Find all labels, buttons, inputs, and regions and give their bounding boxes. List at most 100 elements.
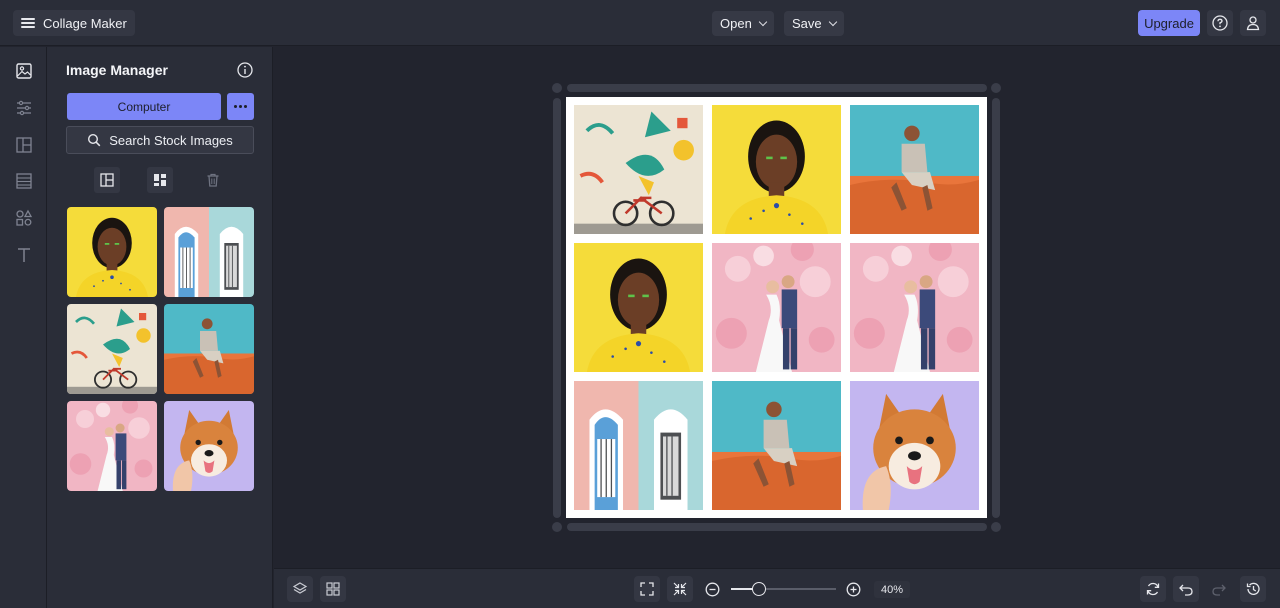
gallery-thumb-doors[interactable] — [164, 207, 254, 297]
grid-icon — [326, 582, 340, 596]
zoom-out-icon[interactable] — [705, 582, 720, 597]
gallery-thumb-shiba[interactable] — [164, 401, 254, 491]
gallery-thumb-couple[interactable] — [67, 401, 157, 491]
shapes-icon — [16, 209, 33, 226]
collage-cell[interactable] — [850, 381, 979, 510]
resize-handle-right[interactable] — [992, 98, 1000, 518]
resize-handle-bottom[interactable] — [567, 523, 987, 531]
bottom-toolbar: 40% — [274, 568, 1280, 608]
help-button[interactable] — [1207, 10, 1233, 36]
zoom-slider-knob[interactable] — [752, 582, 767, 596]
undo-icon — [1179, 584, 1193, 596]
zoom-value[interactable]: 40% — [874, 581, 910, 598]
collage-cell[interactable] — [574, 243, 703, 372]
collage-cell[interactable] — [712, 243, 841, 372]
app-menu-button[interactable]: Collage Maker — [13, 10, 135, 36]
mural-image — [574, 105, 703, 234]
gallery-thumb-mural[interactable] — [67, 304, 157, 394]
texture-tool[interactable] — [14, 171, 34, 191]
zoom-slider[interactable] — [731, 581, 836, 597]
couple-image — [67, 401, 157, 491]
upgrade-button[interactable]: Upgrade — [1138, 10, 1200, 36]
gallery-thumb-desert[interactable] — [164, 304, 254, 394]
help-icon — [1212, 15, 1228, 31]
replace-button[interactable] — [1140, 576, 1166, 602]
resize-corner-bottom-left[interactable] — [552, 522, 562, 532]
app-title: Collage Maker — [43, 15, 127, 31]
collage-cell[interactable] — [850, 243, 979, 372]
grid-view-button[interactable] — [320, 576, 346, 602]
collapse-icon — [673, 582, 687, 596]
resize-handle-top[interactable] — [567, 84, 987, 92]
open-button[interactable]: Open — [712, 11, 774, 36]
mural-image — [67, 304, 157, 394]
redo-button[interactable] — [1206, 576, 1232, 602]
desert-image — [712, 381, 841, 510]
collage-canvas[interactable] — [566, 97, 987, 518]
info-icon[interactable] — [237, 62, 253, 78]
tool-rail — [0, 47, 47, 608]
chevron-down-icon — [758, 17, 768, 27]
collage-cell[interactable] — [574, 381, 703, 510]
collage-cell[interactable] — [574, 105, 703, 234]
layers-button[interactable] — [287, 576, 313, 602]
top-bar: Collage Maker Open Save Upgrade — [0, 0, 1280, 46]
layers-icon — [292, 582, 308, 594]
desert-image — [850, 105, 979, 234]
trash-icon — [207, 173, 219, 187]
history-icon — [1246, 582, 1260, 595]
chevron-down-icon — [828, 17, 837, 27]
zoom-in-icon[interactable] — [846, 582, 861, 597]
panel-title: Image Manager — [66, 62, 168, 78]
undo-button[interactable] — [1173, 576, 1199, 602]
desert-image — [164, 304, 254, 394]
upload-computer-button[interactable]: Computer — [67, 93, 221, 120]
collage-cell[interactable] — [712, 105, 841, 234]
resize-corner-top-left[interactable] — [552, 83, 562, 93]
expand-icon — [640, 582, 654, 596]
gallery-thumb-portrait[interactable] — [67, 207, 157, 297]
shiba-image — [164, 401, 254, 491]
user-icon — [1246, 16, 1260, 31]
portrait-image — [67, 207, 157, 297]
auto-fill-button[interactable] — [147, 167, 173, 193]
shiba-image — [850, 381, 979, 510]
texture-icon — [16, 173, 32, 189]
portrait-image — [712, 105, 841, 234]
collage-cell[interactable] — [850, 105, 979, 234]
shapes-tool[interactable] — [14, 208, 34, 228]
resize-corner-top-right[interactable] — [991, 83, 1001, 93]
account-button[interactable] — [1240, 10, 1266, 36]
text-icon — [18, 248, 30, 262]
refresh-icon — [1146, 582, 1160, 596]
layout-icon — [16, 137, 32, 153]
redo-icon — [1212, 584, 1226, 596]
hamburger-icon — [21, 18, 35, 28]
search-icon — [88, 133, 101, 147]
doors-image — [164, 207, 254, 297]
search-stock-images-button[interactable]: Search Stock Images — [66, 126, 254, 154]
resize-handle-left[interactable] — [553, 98, 561, 518]
image-manager-panel: Image Manager Computer Search Stock Imag… — [47, 47, 273, 608]
adjust-tool[interactable] — [14, 98, 34, 118]
history-button[interactable] — [1240, 576, 1266, 602]
more-icon — [234, 105, 247, 108]
couple-image — [712, 243, 841, 372]
fill-layout-button[interactable] — [94, 167, 120, 193]
layout-tool[interactable] — [14, 135, 34, 155]
more-options-button[interactable] — [227, 93, 254, 120]
text-tool[interactable] — [14, 245, 34, 265]
open-label: Open — [720, 16, 752, 31]
couple-image — [850, 243, 979, 372]
portrait-image — [574, 243, 703, 372]
shrink-button[interactable] — [667, 576, 693, 602]
delete-images-button[interactable] — [200, 167, 226, 193]
save-button[interactable]: Save — [784, 11, 844, 36]
resize-corner-bottom-right[interactable] — [991, 522, 1001, 532]
image-tool[interactable] — [14, 61, 34, 81]
fit-screen-button[interactable] — [634, 576, 660, 602]
collage-cell[interactable] — [712, 381, 841, 510]
doors-image — [574, 381, 703, 510]
grid-fill-icon — [154, 174, 166, 186]
adjust-icon — [17, 100, 31, 116]
